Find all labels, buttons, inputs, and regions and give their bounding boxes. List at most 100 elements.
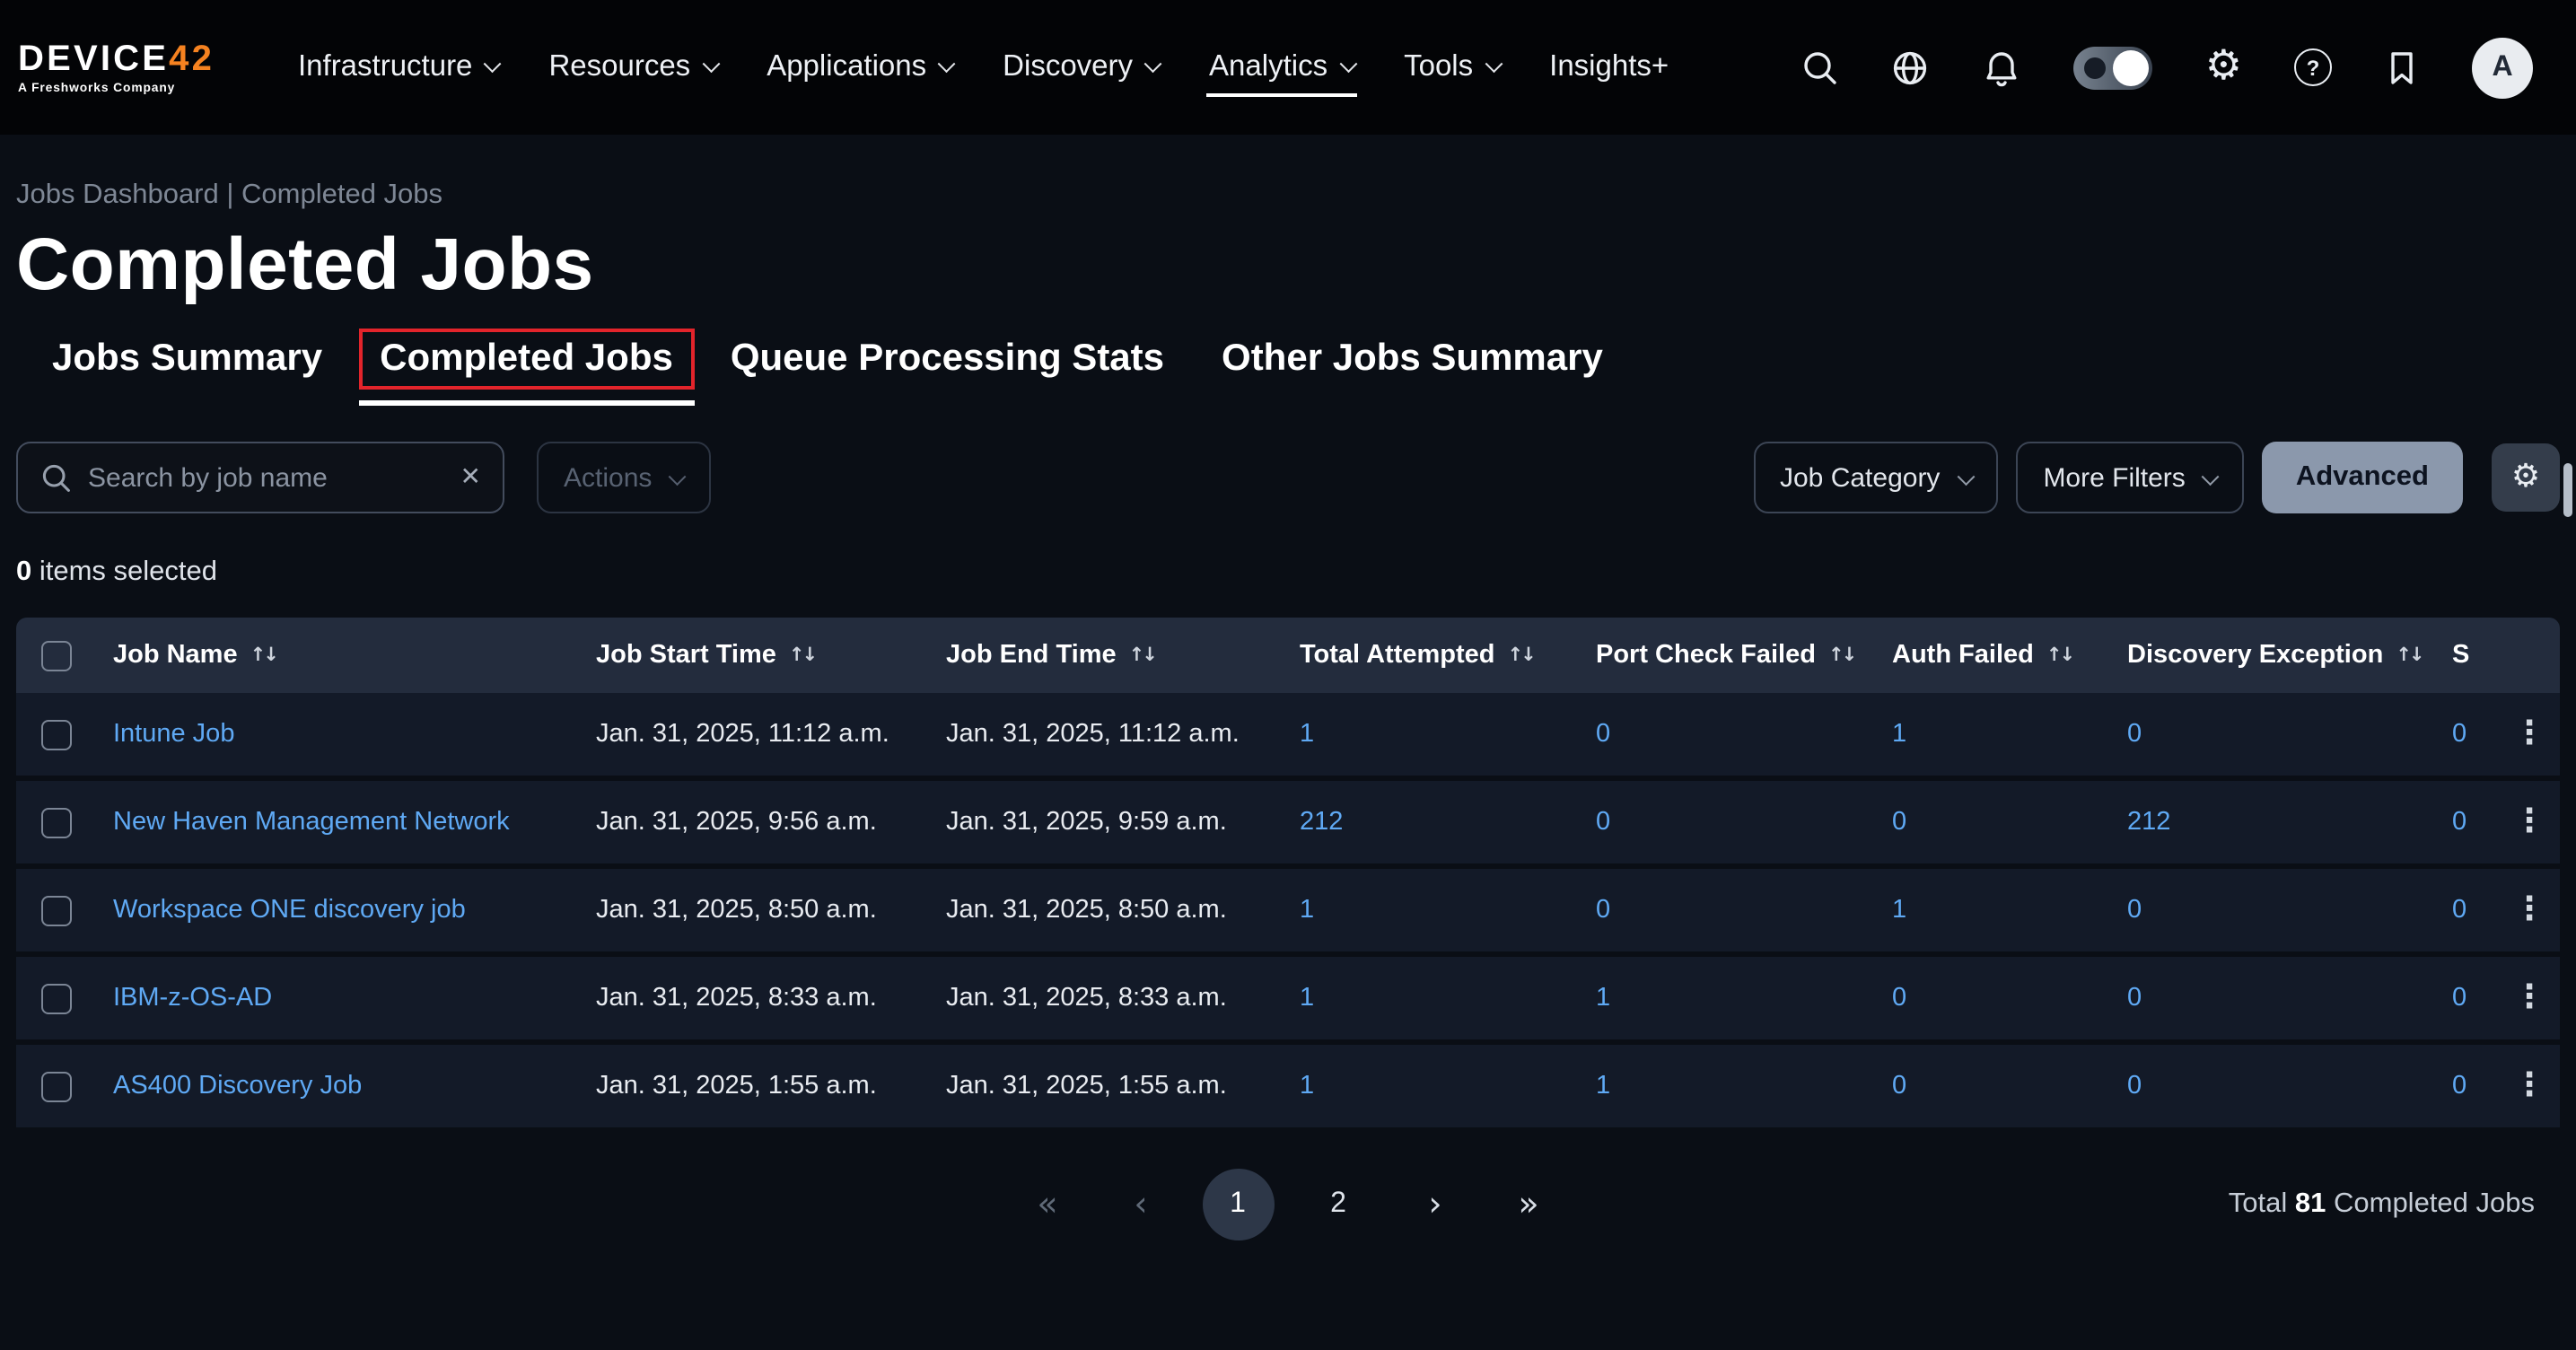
- table-row: AS400 Discovery Job Jan. 31, 2025, 1:55 …: [16, 1045, 2560, 1133]
- discovery-exception-value[interactable]: 212: [2127, 808, 2170, 837]
- nav-item-applications[interactable]: Applications: [767, 0, 952, 135]
- tab-queue-processing-stats[interactable]: Queue Processing Stats: [709, 329, 1186, 406]
- auth-failed-value[interactable]: 1: [1892, 896, 1906, 925]
- job-start-time: Jan. 31, 2025, 9:56 a.m.: [578, 808, 928, 837]
- nav-item-discovery[interactable]: Discovery: [1003, 0, 1159, 135]
- column-header-job-name[interactable]: Job Name↑↓: [95, 641, 578, 670]
- total-completed-jobs: Total 81 Completed Jobs: [2229, 1188, 2560, 1221]
- nav-item-tools[interactable]: Tools: [1404, 0, 1499, 135]
- scrollbar-thumb[interactable]: [2563, 463, 2572, 517]
- s-column-value[interactable]: 0: [2452, 720, 2466, 749]
- row-checkbox[interactable]: [40, 1071, 71, 1101]
- job-category-dropdown[interactable]: Job Category: [1753, 442, 1998, 513]
- port-check-failed-value[interactable]: 0: [1596, 808, 1610, 837]
- discovery-exception-value[interactable]: 0: [2127, 720, 2142, 749]
- search-box[interactable]: ✕: [16, 442, 504, 513]
- job-start-time: Jan. 31, 2025, 11:12 a.m.: [578, 720, 928, 749]
- notifications-bell-icon[interactable]: [1983, 48, 2022, 87]
- job-name-link[interactable]: Intune Job: [113, 720, 234, 749]
- clear-search-icon[interactable]: ✕: [460, 463, 481, 492]
- next-page-button[interactable]: ›: [1403, 1169, 1468, 1240]
- discovery-exception-value[interactable]: 0: [2127, 1072, 2142, 1100]
- device42-logo[interactable]: DEVICE42 A Freshworks Company: [18, 40, 233, 94]
- tab-completed-jobs[interactable]: Completed Jobs: [358, 329, 695, 406]
- sort-icon: ↑↓: [2046, 644, 2072, 666]
- globe-icon[interactable]: [1891, 48, 1931, 87]
- table-row: Workspace ONE discovery job Jan. 31, 202…: [16, 869, 2560, 957]
- selected-count: 0: [16, 557, 31, 587]
- nav-item-insights[interactable]: Insights+: [1549, 0, 1669, 135]
- actions-dropdown[interactable]: Actions: [537, 442, 710, 513]
- help-icon[interactable]: ?: [2294, 48, 2332, 86]
- job-name-link[interactable]: IBM-z-OS-AD: [113, 984, 272, 1012]
- port-check-failed-value[interactable]: 0: [1596, 720, 1610, 749]
- total-attempted-value[interactable]: 1: [1300, 984, 1314, 1012]
- row-menu-icon[interactable]: ⋮: [2513, 894, 2545, 926]
- port-check-failed-value[interactable]: 1: [1596, 984, 1610, 1012]
- table-settings-button[interactable]: ⚙: [2492, 443, 2560, 512]
- auth-failed-value[interactable]: 0: [1892, 1072, 1906, 1100]
- row-checkbox-cell: [16, 1071, 95, 1101]
- last-page-button[interactable]: »: [1496, 1169, 1561, 1240]
- chevron-down-icon: [1339, 56, 1355, 72]
- bookmark-icon[interactable]: [2384, 48, 2420, 87]
- column-header-port-check-failed[interactable]: Port Check Failed↑↓: [1578, 641, 1874, 670]
- nav-item-infrastructure[interactable]: Infrastructure: [298, 0, 498, 135]
- search-icon[interactable]: [1801, 48, 1839, 86]
- breadcrumb[interactable]: Jobs Dashboard | Completed Jobs: [16, 180, 2560, 212]
- gear-icon: ⚙: [2511, 461, 2540, 494]
- top-navbar: DEVICE42 A Freshworks Company Infrastruc…: [0, 0, 2576, 135]
- discovery-exception-value[interactable]: 0: [2127, 896, 2142, 925]
- total-attempted-value[interactable]: 212: [1300, 808, 1343, 837]
- auth-failed-value[interactable]: 1: [1892, 720, 1906, 749]
- column-header-auth-failed[interactable]: Auth Failed↑↓: [1874, 641, 2109, 670]
- row-checkbox[interactable]: [40, 807, 71, 837]
- port-check-failed-value[interactable]: 0: [1596, 896, 1610, 925]
- moon-icon: [2085, 57, 2107, 78]
- theme-toggle[interactable]: [2074, 46, 2153, 89]
- s-column-value[interactable]: 0: [2452, 1072, 2466, 1100]
- chevron-down-icon: [2203, 468, 2219, 484]
- s-column-value[interactable]: 0: [2452, 984, 2466, 1012]
- nav-item-resources[interactable]: Resources: [548, 0, 716, 135]
- job-name-link[interactable]: AS400 Discovery Job: [113, 1072, 362, 1100]
- total-attempted-value[interactable]: 1: [1300, 1072, 1314, 1100]
- column-header-job-end-time[interactable]: Job End Time↑↓: [928, 641, 1282, 670]
- row-checkbox[interactable]: [40, 983, 71, 1013]
- row-menu-icon[interactable]: ⋮: [2513, 1070, 2545, 1102]
- row-menu-icon[interactable]: ⋮: [2513, 806, 2545, 838]
- row-menu-icon[interactable]: ⋮: [2513, 982, 2545, 1014]
- row-menu-icon[interactable]: ⋮: [2513, 718, 2545, 750]
- column-header-s-truncated[interactable]: S: [2434, 641, 2499, 670]
- page-button-1[interactable]: 1: [1202, 1169, 1274, 1240]
- job-name-link[interactable]: New Haven Management Network: [113, 808, 510, 837]
- s-column-value[interactable]: 0: [2452, 808, 2466, 837]
- select-all-checkbox[interactable]: [40, 640, 71, 671]
- more-filters-dropdown[interactable]: More Filters: [2016, 442, 2243, 513]
- port-check-failed-value[interactable]: 1: [1596, 1072, 1610, 1100]
- advanced-button[interactable]: Advanced: [2262, 442, 2463, 513]
- user-avatar[interactable]: A: [2472, 37, 2533, 98]
- s-column-value[interactable]: 0: [2452, 896, 2466, 925]
- search-input[interactable]: [88, 462, 444, 493]
- toolbar: ✕ Actions Job Category More Filters Adva…: [16, 442, 2560, 513]
- sort-icon: ↑↓: [250, 644, 276, 666]
- auth-failed-value[interactable]: 0: [1892, 808, 1906, 837]
- column-header-job-start-time[interactable]: Job Start Time↑↓: [578, 641, 928, 670]
- first-page-button[interactable]: «: [1015, 1169, 1080, 1240]
- prev-page-button[interactable]: ‹: [1108, 1169, 1173, 1240]
- column-header-discovery-exception[interactable]: Discovery Exception↑↓: [2109, 641, 2434, 670]
- nav-item-analytics[interactable]: Analytics: [1209, 0, 1354, 135]
- auth-failed-value[interactable]: 0: [1892, 984, 1906, 1012]
- page-button-2[interactable]: 2: [1302, 1169, 1374, 1240]
- discovery-exception-value[interactable]: 0: [2127, 984, 2142, 1012]
- settings-gear-icon[interactable]: ⚙: [2205, 47, 2242, 88]
- row-checkbox[interactable]: [40, 895, 71, 925]
- tab-other-jobs-summary[interactable]: Other Jobs Summary: [1200, 329, 1625, 406]
- total-attempted-value[interactable]: 1: [1300, 720, 1314, 749]
- job-name-link[interactable]: Workspace ONE discovery job: [113, 896, 466, 925]
- column-header-total-attempted[interactable]: Total Attempted↑↓: [1282, 641, 1578, 670]
- row-checkbox[interactable]: [40, 719, 71, 750]
- total-attempted-value[interactable]: 1: [1300, 896, 1314, 925]
- tab-jobs-summary[interactable]: Jobs Summary: [31, 329, 344, 406]
